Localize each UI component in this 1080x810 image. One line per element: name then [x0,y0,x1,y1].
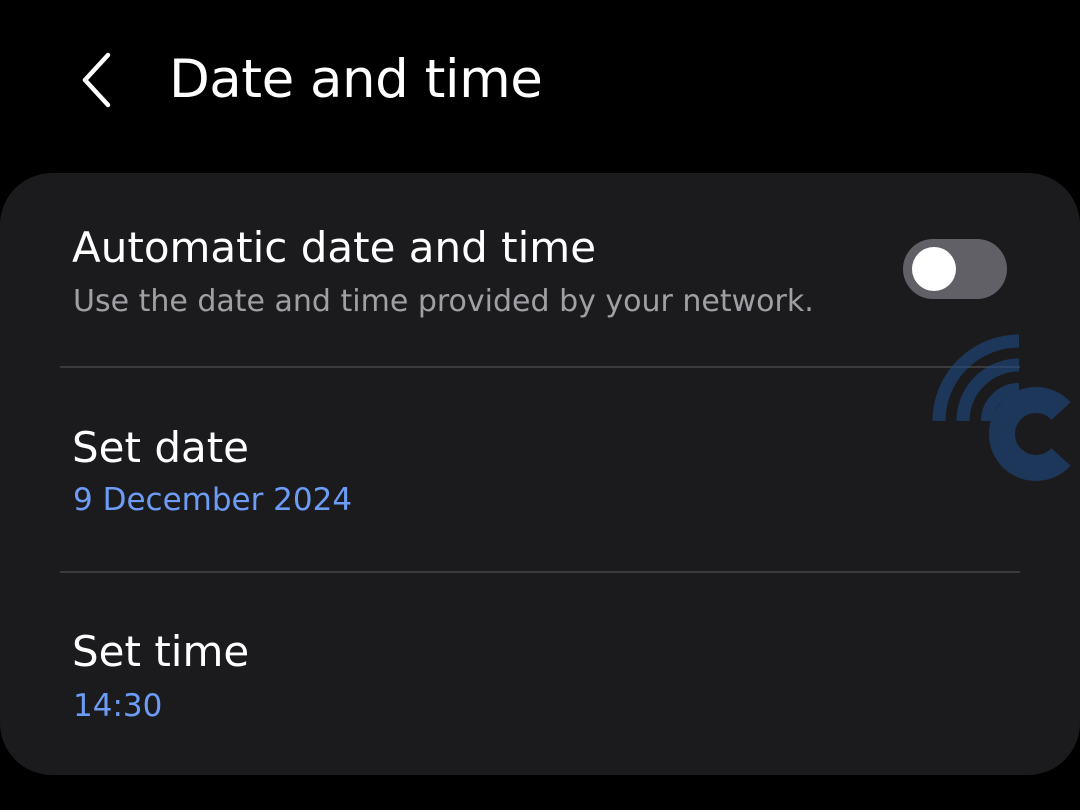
setting-title: Set date [72,423,250,472]
app-header: Date and time [0,0,1080,160]
chevron-left-icon [77,50,117,110]
setting-title: Automatic date and time [72,223,597,272]
signal-c-logo-icon [925,325,1075,485]
settings-card: Automatic date and time Use the date and… [0,173,1080,775]
setting-subtitle: Use the date and time provided by your n… [73,284,814,319]
setting-automatic-date-time[interactable]: Automatic date and time Use the date and… [0,173,1080,366]
toggle-knob [912,247,956,291]
setting-title: Set time [72,627,250,676]
setting-value: 9 December 2024 [73,482,353,518]
automatic-date-time-toggle[interactable] [903,239,1007,299]
setting-set-time[interactable]: Set time 14:30 [0,573,1080,775]
setting-set-date[interactable]: Set date 9 December 2024 [0,368,1080,571]
page-title: Date and time [169,49,543,110]
setting-value: 14:30 [73,688,163,724]
back-button[interactable] [62,40,132,120]
